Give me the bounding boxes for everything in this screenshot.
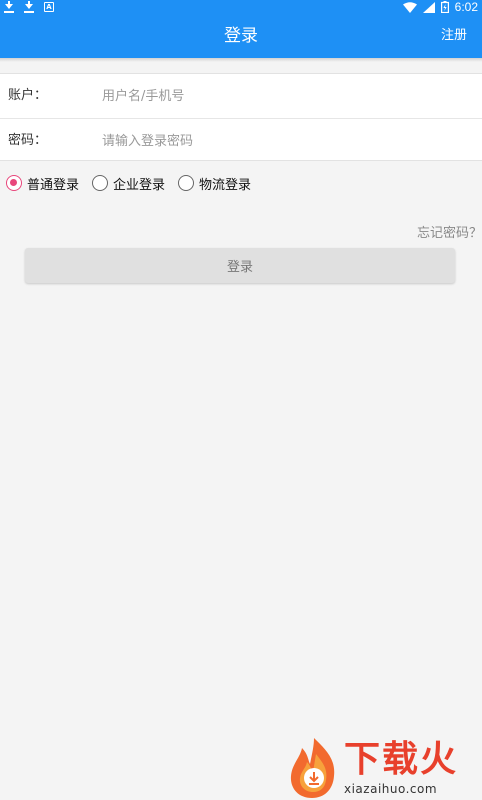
account-label: 账户： [8,88,48,103]
watermark-logo-text: 下载火 [344,739,459,780]
download-icon [24,1,34,13]
signal-icon [422,1,435,13]
status-bar: A 6:02 [0,0,482,14]
watermark: 下载火 xiazaihuo.com [284,736,482,800]
forgot-password-link[interactable]: 忘记密码？ [417,222,482,241]
app-notification-icon: A [44,2,54,12]
page-title: 登录 [224,26,258,46]
radio-unchecked-icon[interactable] [178,175,195,191]
status-system: 6:02 [402,0,478,14]
watermark-site: xiazaihuo.com [344,782,438,796]
account-row: 账户： [0,74,482,118]
radio-label: 普通登录 [27,177,80,193]
radio-option-logistics-login[interactable]: 物流登录 [178,174,251,193]
account-input[interactable] [102,82,472,110]
wifi-icon [402,1,417,13]
download-icon [4,1,14,13]
radio-option-normal-login[interactable]: 普通登录 [6,174,79,193]
app-bar-shadow [0,58,482,62]
password-label: 密码： [8,133,48,148]
flame-logo-icon [290,738,335,798]
app-bar: 登录 注册 [0,14,482,58]
radio-unchecked-icon[interactable] [92,175,109,191]
register-button[interactable]: 注册 [441,14,467,58]
radio-checked-icon[interactable] [6,175,22,191]
status-notifications: A [0,0,54,14]
login-type-radio-group: 普通登录 企业登录 物流登录 [6,172,264,194]
radio-option-enterprise-login[interactable]: 企业登录 [92,174,165,193]
login-form: 账户： 密码： [0,73,482,161]
status-time: 6:02 [454,0,478,14]
battery-icon [440,1,449,13]
radio-label: 物流登录 [199,177,252,193]
password-row: 密码： [0,118,482,162]
login-button[interactable]: 登录 [25,248,455,283]
radio-label: 企业登录 [113,177,166,193]
password-input[interactable] [102,127,472,155]
